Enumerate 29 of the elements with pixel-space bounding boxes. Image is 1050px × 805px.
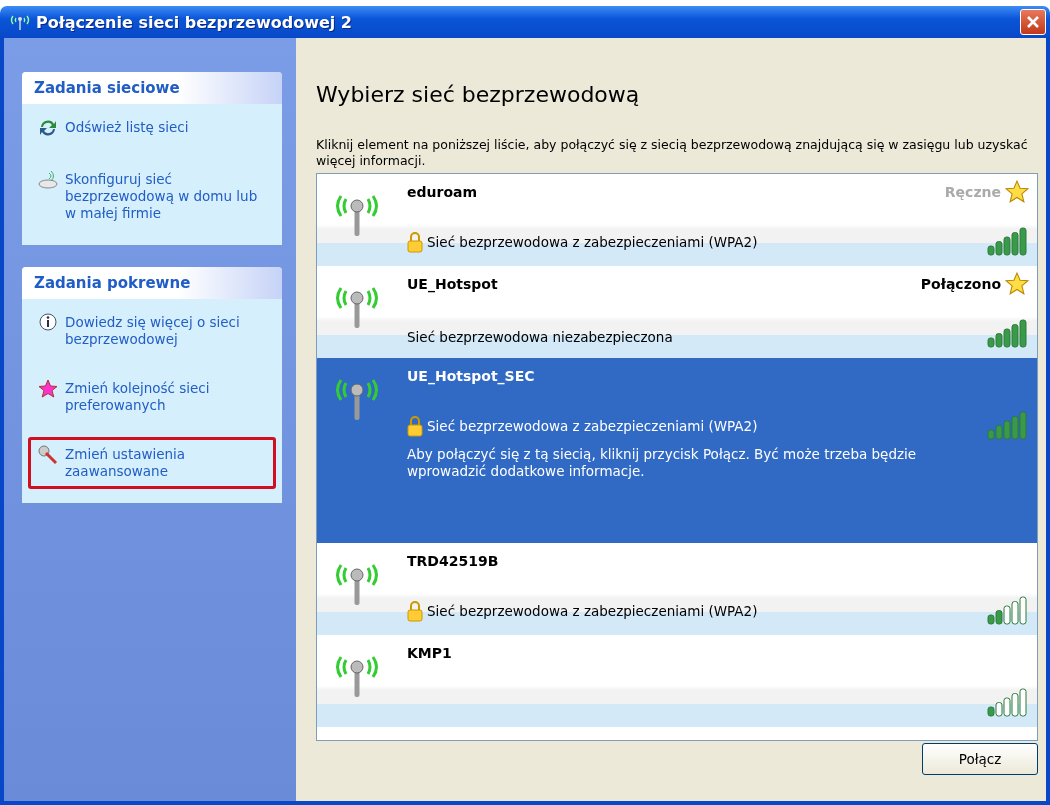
network-name: KMP1 [407, 645, 453, 661]
task-link[interactable]: Zmień ustawienia zaawansowane [28, 437, 276, 489]
info-icon [37, 312, 59, 334]
network-description: Aby połączyć się z tą siecią, kliknij przycisk Połącz. Być może trzeba będzie wprowadzić dodatkowe informacje. [407, 446, 918, 480]
panel-header: Zadania pokrewne [22, 267, 282, 299]
window-title: Połączenie sieci bezprzewodowej 2 [36, 12, 353, 32]
task-link[interactable]: Skonfiguruj sieć bezprzewodową w domu lub w małej firmie [28, 162, 276, 231]
connection-status: Ręczne [944, 184, 1001, 200]
task-link[interactable]: Dowiedz się więcej o sieci bezprzewodowej [28, 305, 276, 357]
security-type: Sieć bezprzewodowa z zabezpieczeniami (WPA2) [427, 603, 758, 619]
wireless-icon [8, 13, 32, 31]
network-name: TRD42519B [407, 553, 500, 569]
star-icon [37, 378, 59, 400]
network-item[interactable]: UE_Hotspot_SEC Sieć bezprzewodowa z zabezpieczeniami (WPA2) Aby połączyć się z tą siecią, kliknij przycisk Połącz. Być może trzeba będzie wprowadzić dodatkowe informacje. [317, 358, 1037, 543]
network-name: UE_Hotspot [407, 276, 499, 292]
close-icon [1025, 14, 1041, 30]
connection-status: Połączono [920, 276, 1001, 292]
security-type: Sieć bezprzewodowa z zabezpieczeniami (WPA2) [427, 234, 758, 250]
task-link[interactable]: Odśwież listę sieci [28, 110, 276, 148]
connect-button[interactable]: Połącz [922, 743, 1038, 775]
network-name: eduroam [407, 184, 479, 200]
security-type: Sieć bezprzewodowa z zabezpieczeniami (WPA2) [427, 418, 758, 434]
page-heading: Wybierz sieć bezprzewodową [316, 82, 641, 107]
close-button[interactable] [1020, 9, 1046, 35]
panel-header: Zadania sieciowe [22, 72, 282, 104]
network-name: UE_Hotspot_SEC [407, 368, 536, 384]
task-link[interactable]: Zmień kolejność sieci preferowanych [28, 371, 276, 423]
security-type: Sieć bezprzewodowa niezabezpieczona [407, 329, 673, 345]
instructions-text: Kliknij element na poniższej liście, aby połączyć się z siecią bezprzewodową znajdującą się w zasięgu lub uzyskać więcej informacji. [316, 137, 1029, 169]
